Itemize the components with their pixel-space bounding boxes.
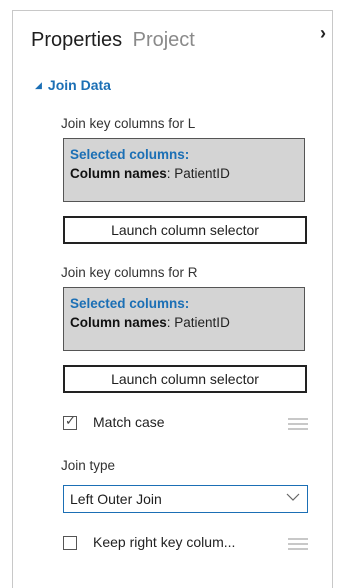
- checkmark-icon: ✓: [65, 413, 76, 428]
- tab-project[interactable]: Project: [133, 29, 195, 52]
- keep-right-key-checkbox[interactable]: [63, 536, 77, 550]
- parameter-menu-icon[interactable]: [288, 418, 308, 430]
- selected-columns-title: Selected columns:: [70, 147, 190, 162]
- launch-column-selector-left-button[interactable]: Launch column selector: [63, 216, 307, 244]
- column-names-value: : PatientID: [166, 315, 230, 330]
- join-type-value: Left Outer Join: [70, 491, 162, 507]
- selected-columns-right: Selected columns: Column names: PatientI…: [63, 287, 305, 351]
- selected-columns-left: Selected columns: Column names: PatientI…: [63, 138, 305, 202]
- tab-properties[interactable]: Properties: [31, 29, 122, 52]
- column-names-row: Column names: PatientID: [70, 166, 304, 181]
- column-names-label: Column names: [70, 166, 167, 181]
- selected-columns-title: Selected columns:: [70, 296, 190, 311]
- keep-right-key-label: Keep right key colum...: [93, 534, 236, 550]
- section-join-data[interactable]: ◢ Join Data: [35, 77, 111, 93]
- join-key-right-label: Join key columns for R: [61, 265, 198, 280]
- match-case-checkbox[interactable]: ✓: [63, 413, 77, 430]
- column-names-label: Column names: [70, 315, 167, 330]
- join-type-label: Join type: [61, 458, 116, 473]
- match-case-row: ✓ Match case: [63, 414, 308, 434]
- panel-tabs: Properties Project: [31, 29, 201, 52]
- join-key-left-label: Join key columns for L: [61, 116, 196, 131]
- properties-panel: › Properties Project ◢ Join Data Join key…: [12, 10, 333, 588]
- keep-right-key-row: Keep right key colum...: [63, 534, 308, 554]
- column-names-value: : PatientID: [166, 166, 230, 181]
- parameter-menu-icon[interactable]: [288, 538, 308, 550]
- triangle-down-icon: ◢: [35, 80, 42, 90]
- chevron-down-icon: [286, 493, 300, 501]
- column-names-row: Column names: PatientID: [70, 315, 304, 330]
- launch-column-selector-right-button[interactable]: Launch column selector: [63, 365, 307, 393]
- match-case-label: Match case: [93, 414, 165, 430]
- section-title: Join Data: [47, 77, 111, 93]
- join-type-select[interactable]: Left Outer Join: [63, 485, 308, 513]
- chevron-right-icon[interactable]: ›: [320, 24, 326, 42]
